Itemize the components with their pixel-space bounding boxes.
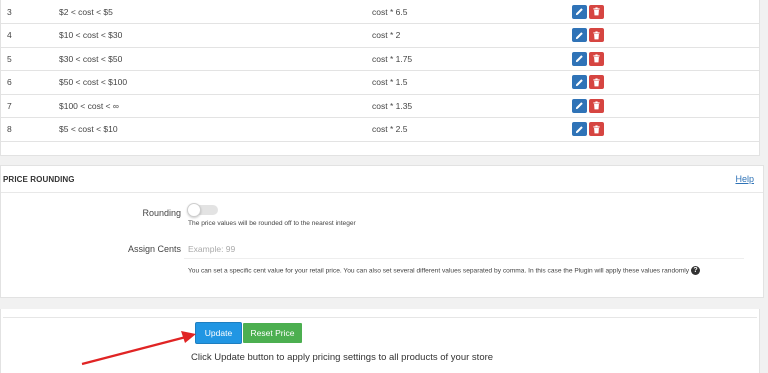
table-row: 7 $100 < cost < ∞ cost * 1.35 [1, 94, 759, 118]
rule-actions [572, 0, 759, 24]
table-row: 3 $2 < cost < $5 cost * 6.5 [1, 0, 759, 24]
divider [3, 317, 757, 318]
pricing-rules-table: 3 $2 < cost < $5 cost * 6.5 4 $10 < cost < $… [1, 0, 759, 142]
price-rounding-header: PRICE ROUNDING Help [1, 166, 763, 193]
rule-cost-range: $50 < cost < $100 [59, 77, 128, 88]
price-rounding-title: PRICE ROUNDING [3, 175, 75, 184]
reset-price-button[interactable]: Reset Price [243, 323, 302, 343]
rule-formula: cost * 1.75 [372, 53, 413, 64]
update-panel: Update Reset Price Click Update button t… [0, 309, 760, 373]
rule-actions [572, 118, 759, 142]
update-button[interactable]: Update [196, 323, 241, 343]
edit-button[interactable] [572, 98, 587, 113]
delete-button[interactable] [589, 28, 604, 43]
rounding-help-text: The price values will be rounded off to … [188, 220, 356, 227]
rule-formula: cost * 1.35 [372, 100, 413, 111]
rule-actions [572, 47, 759, 71]
rule-number: 8 [7, 124, 12, 135]
delete-button[interactable] [589, 122, 604, 137]
assign-cents-input[interactable] [184, 239, 744, 259]
rule-cost-range: $5 < cost < $10 [59, 124, 118, 135]
rule-actions [572, 24, 759, 48]
assign-cents-help-text: You can set a specific cent value for yo… [188, 267, 690, 275]
rounding-toggle[interactable] [187, 203, 218, 217]
update-instruction: Click Update button to apply pricing set… [191, 352, 494, 363]
rule-number: 3 [7, 6, 12, 17]
rounding-label: Rounding [142, 208, 181, 218]
delete-button[interactable] [589, 4, 604, 19]
delete-button[interactable] [589, 51, 604, 66]
rule-number: 5 [7, 53, 12, 64]
table-row: 6 $50 < cost < $100 cost * 1.5 [1, 71, 759, 95]
assign-cents-help: You can set a specific cent value for yo… [188, 266, 701, 275]
rule-actions [572, 94, 759, 118]
edit-button[interactable] [572, 51, 587, 66]
rule-cost-range: $100 < cost < ∞ [59, 100, 119, 111]
rule-number: 6 [7, 77, 12, 88]
rule-actions [572, 71, 759, 95]
rounding-toggle-knob [187, 203, 201, 217]
rule-formula: cost * 1.5 [372, 77, 408, 88]
rule-formula: cost * 2.5 [372, 124, 408, 135]
rule-cost-range: $10 < cost < $30 [59, 30, 123, 41]
delete-button[interactable] [589, 75, 604, 90]
rule-number: 4 [7, 30, 12, 41]
price-rounding-panel: PRICE ROUNDING Help Rounding The price v… [0, 165, 764, 298]
rule-cost-range: $30 < cost < $50 [59, 53, 123, 64]
table-row: 5 $30 < cost < $50 cost * 1.75 [1, 47, 759, 71]
edit-button[interactable] [572, 28, 587, 43]
edit-button[interactable] [572, 4, 587, 19]
rule-formula: cost * 2 [372, 30, 401, 41]
rule-formula: cost * 6.5 [372, 6, 408, 17]
help-link[interactable]: Help [735, 174, 754, 184]
delete-button[interactable] [589, 98, 604, 113]
pricing-rules-panel: 3 $2 < cost < $5 cost * 6.5 4 $10 < cost < $… [0, 0, 760, 156]
question-icon[interactable]: ? [691, 266, 701, 275]
table-row: 8 $5 < cost < $10 cost * 2.5 [1, 118, 759, 142]
assign-cents-label: Assign Cents [127, 244, 181, 254]
edit-button[interactable] [572, 75, 587, 90]
edit-button[interactable] [572, 122, 587, 137]
table-row: 4 $10 < cost < $30 cost * 2 [1, 24, 759, 48]
rule-cost-range: $2 < cost < $5 [59, 6, 113, 17]
rule-number: 7 [7, 100, 12, 111]
